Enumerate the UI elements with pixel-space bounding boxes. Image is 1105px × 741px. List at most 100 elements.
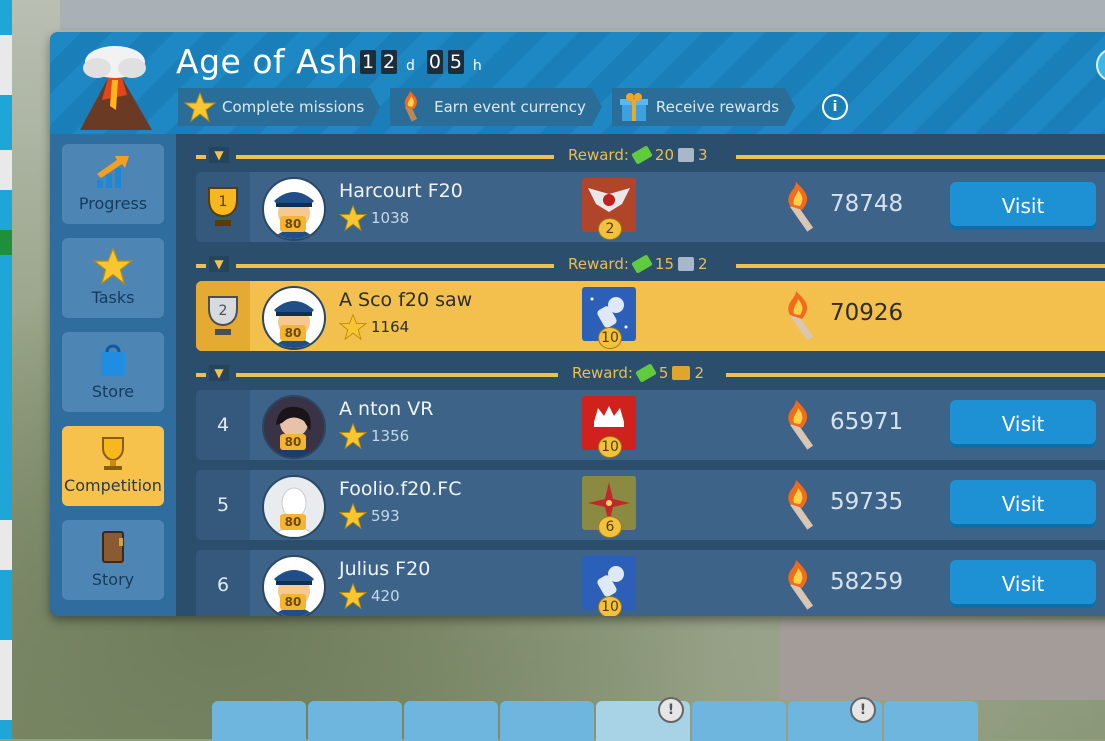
badge-level: 6 (598, 516, 622, 538)
sidebar-item-tasks[interactable]: Tasks (62, 238, 164, 318)
level-badge: 80 (280, 594, 306, 610)
alert-icon: ! (658, 697, 684, 723)
rank-number: 6 (196, 550, 250, 616)
airport-button[interactable] (308, 701, 402, 741)
event-points: 70926 (830, 300, 904, 326)
star-icon (339, 582, 367, 610)
reward-item: 3 (698, 146, 708, 164)
rank-trophy-silver: 2 (196, 281, 250, 351)
reward-divider: ▼ Reward: 20 3 (196, 145, 1105, 166)
progress-arrow-icon (97, 156, 129, 188)
visit-button[interactable]: Visit (950, 182, 1096, 230)
event-points: 78748 (830, 191, 904, 217)
trophy-icon (102, 437, 124, 470)
step-complete-missions: Complete missions (178, 88, 380, 126)
torch-icon (788, 400, 814, 450)
gift-icon (618, 91, 650, 123)
cash-icon (635, 363, 657, 383)
alert-icon: ! (850, 697, 876, 723)
player-stars: 1164 (339, 313, 409, 341)
league-badge: 10 (582, 287, 636, 349)
reward-cash: 15 (654, 255, 675, 273)
reward-info: Reward: 20 3 (568, 145, 708, 165)
player-name[interactable]: A Sco f20 saw (339, 289, 472, 311)
reward-item: 2 (698, 255, 708, 273)
step-label: Earn event currency (434, 98, 586, 116)
reward-divider: ▼ Reward: 5 2 (196, 363, 1105, 384)
event-window: Age of Ash 1 2 d 0 5 h Complete missions… (50, 32, 1105, 616)
event-timer: 1 2 d 0 5 h (360, 50, 490, 74)
event-sidebar: Progress Tasks Store Competition Story (50, 134, 176, 616)
rank-number: 2 (219, 303, 228, 319)
badge-level: 10 (598, 436, 622, 458)
book-icon (102, 531, 124, 563)
reward-cash: 5 (658, 364, 669, 382)
reward-item: 2 (694, 364, 705, 382)
player-stars: 420 (339, 582, 400, 610)
step-label: Receive rewards (655, 98, 780, 116)
star-icon (339, 502, 367, 530)
reward-label: Reward: (568, 146, 629, 164)
player-name[interactable]: A nton VR (339, 398, 433, 420)
trophy-icon: 2 (208, 296, 238, 335)
visit-button[interactable]: Visit (950, 480, 1096, 528)
player-name[interactable]: Julius F20 (339, 558, 430, 580)
timer-digit: 1 (360, 50, 376, 74)
star-icon (339, 313, 367, 341)
torch-icon (788, 480, 814, 530)
info-icon[interactable]: i (822, 94, 848, 120)
sidebar-item-label: Progress (78, 194, 148, 213)
event-points: 59735 (830, 489, 904, 515)
world-map-button[interactable] (212, 701, 306, 741)
timer-unit: h (472, 58, 482, 74)
sidebar-item-store[interactable]: Store (62, 332, 164, 412)
settings-gear-button[interactable] (884, 701, 978, 741)
sidebar-item-label: Tasks (91, 288, 135, 307)
item-icon (678, 148, 695, 162)
sidebar-item-progress[interactable]: Progress (62, 144, 164, 224)
level-badge: 80 (280, 514, 306, 530)
bottom-toolbar: ! ! (212, 697, 978, 741)
sidebar-item-label: Competition (64, 476, 162, 495)
cash-icon (631, 145, 653, 165)
player-name[interactable]: Harcourt F20 (339, 180, 463, 202)
expand-button[interactable] (692, 701, 786, 741)
timer-digit: 5 (447, 50, 464, 74)
chevron-down-icon[interactable]: ▼ (209, 147, 229, 163)
shop-cart-button[interactable] (404, 701, 498, 741)
storage-crate-button[interactable] (500, 701, 594, 741)
sidebar-item-story[interactable]: Story (62, 520, 164, 600)
reward-cash: 20 (654, 146, 675, 164)
league-badge: 10 (582, 556, 636, 616)
close-button[interactable] (1096, 48, 1105, 82)
visit-button[interactable]: Visit (950, 400, 1096, 448)
visit-button[interactable]: Visit (950, 560, 1096, 608)
player-name[interactable]: Foolio.f20.FC (339, 478, 462, 500)
torch-icon (788, 182, 814, 232)
torch-icon (396, 91, 428, 123)
left-edge-panel (0, 0, 12, 739)
reward-label: Reward: (572, 364, 633, 382)
sidebar-item-label: Store (91, 382, 135, 401)
chevron-down-icon[interactable]: ▼ (209, 365, 229, 381)
step-label: Complete missions (222, 98, 365, 116)
league-badge: 2 (582, 178, 636, 240)
rank-number: 4 (196, 390, 250, 460)
league-badge: 10 (582, 396, 636, 458)
leaderboard: ▼ Reward: 20 3 1 80 Harcourt F20 1038 2 … (176, 134, 1105, 616)
leaderboard-row: 4 80 A nton VR 1356 10 65971 Visit (196, 390, 1105, 460)
item-icon (678, 257, 695, 271)
chevron-down-icon[interactable]: ▼ (209, 256, 229, 272)
volcano-icon (80, 46, 152, 130)
level-badge: 80 (280, 216, 306, 232)
sidebar-item-competition[interactable]: Competition (62, 426, 164, 506)
star-count: 593 (371, 507, 400, 525)
reward-info: Reward: 5 2 (572, 363, 705, 383)
event-chest-button[interactable]: ! (596, 697, 690, 741)
star-icon (93, 246, 133, 286)
timer-unit: d (406, 58, 415, 74)
level-badge: 80 (280, 325, 306, 341)
friends-button[interactable]: ! (788, 697, 882, 741)
badge-level: 10 (598, 596, 622, 616)
rank-number: 5 (196, 470, 250, 540)
